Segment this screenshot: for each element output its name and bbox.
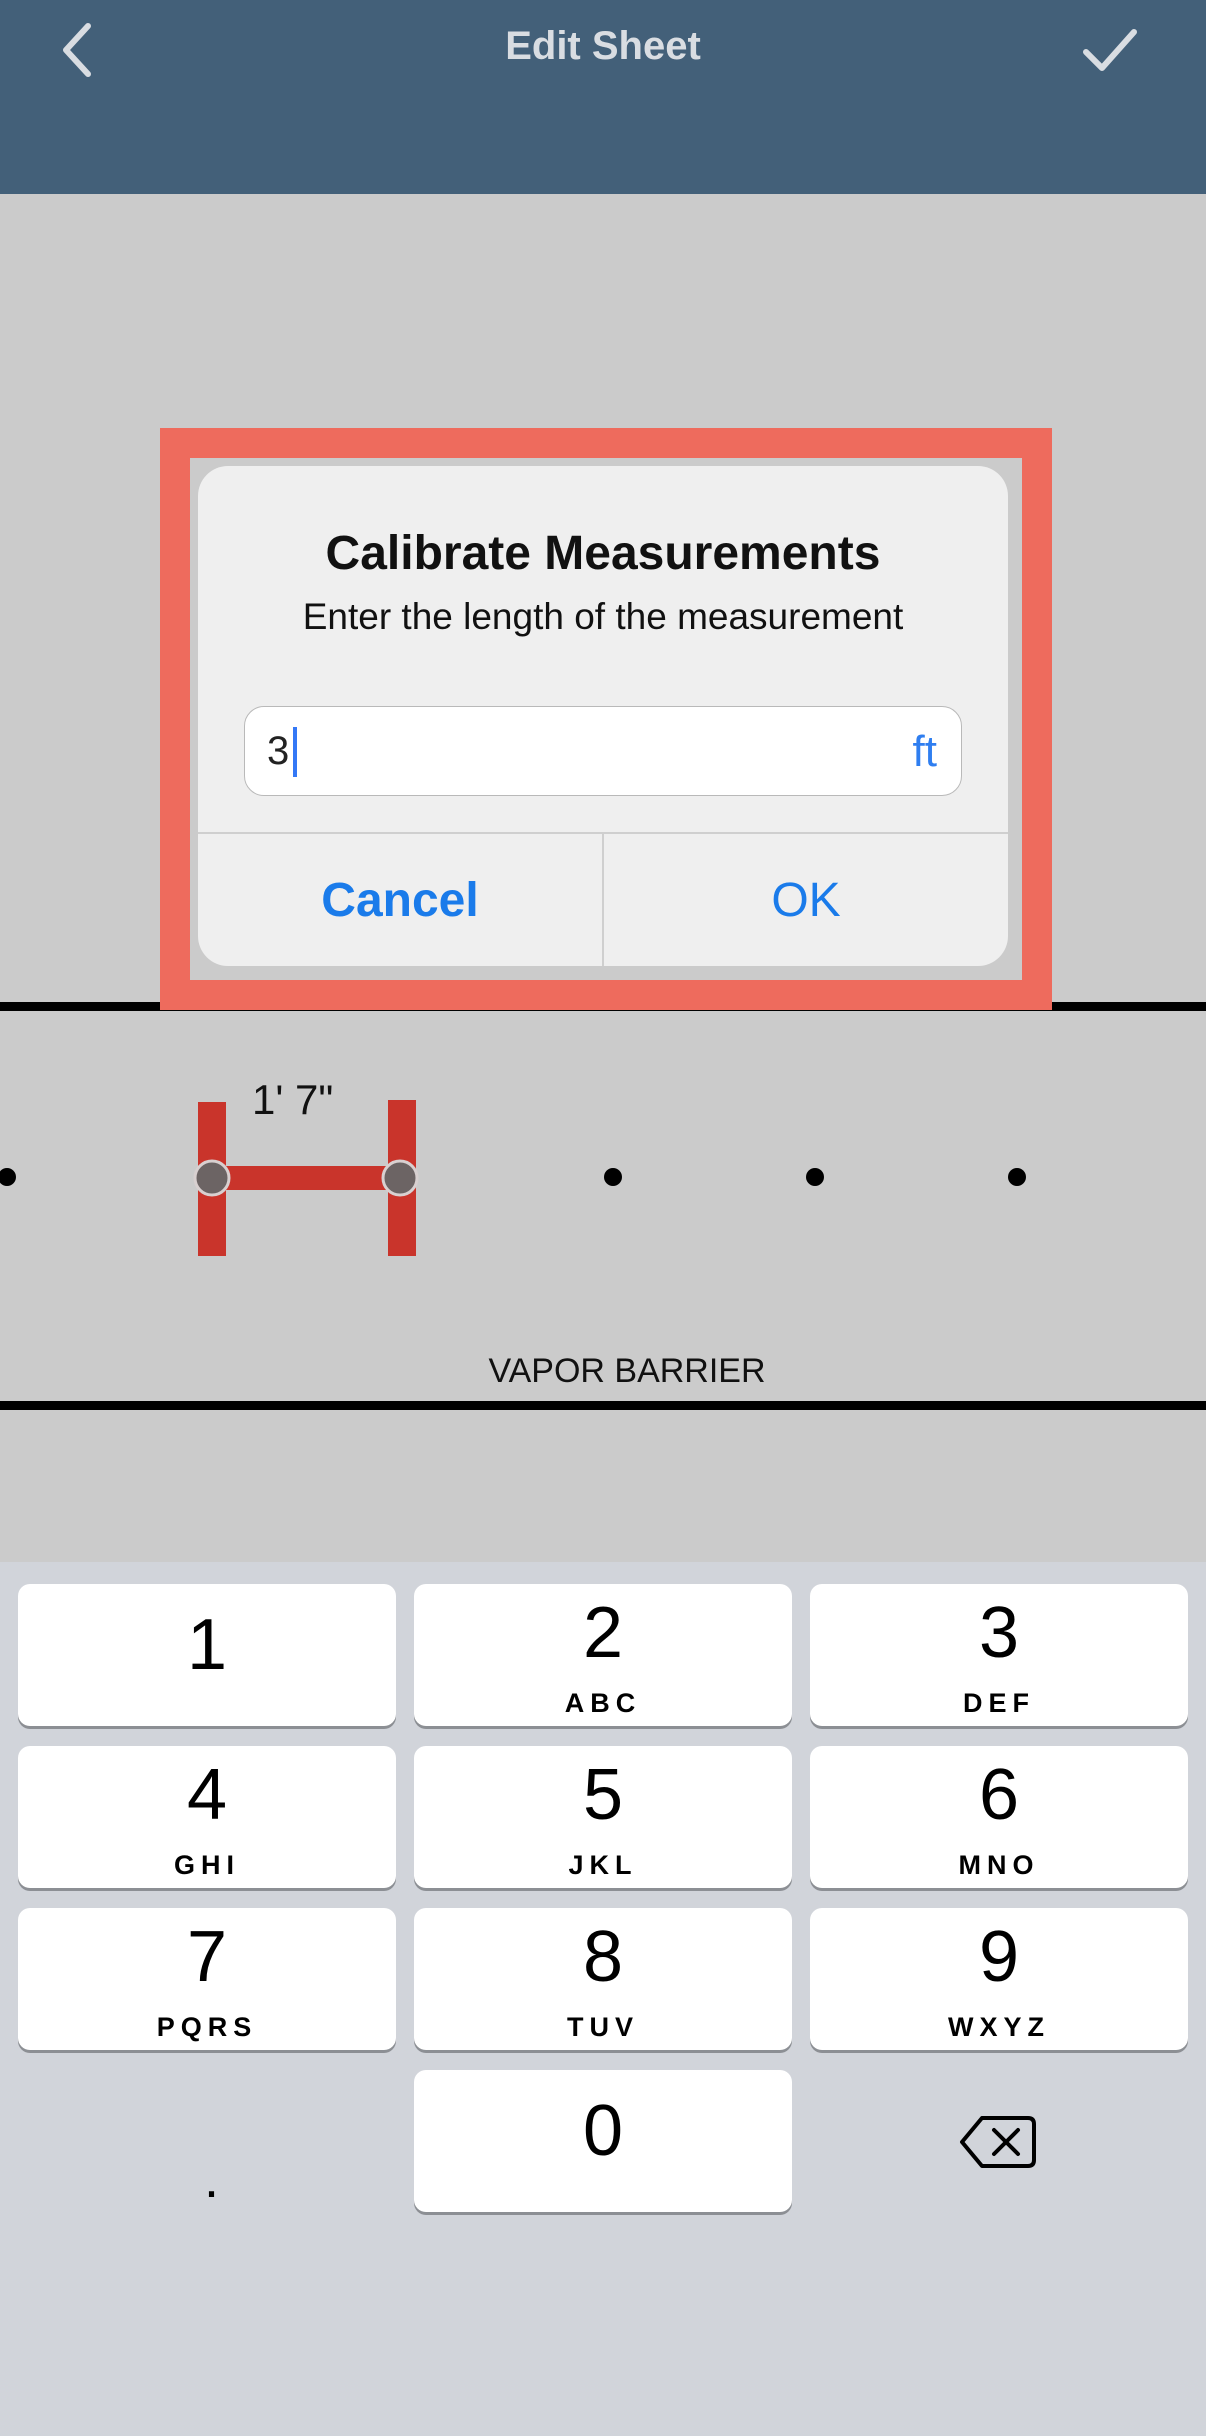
key-5[interactable]: 5 JKL (414, 1746, 792, 1888)
key-letters: WXYZ (948, 2012, 1050, 2042)
dialog-message: Enter the length of the measurement (302, 596, 904, 637)
wall-line-bottom (0, 1401, 1206, 1410)
grid-dot (1008, 1168, 1026, 1186)
grid-dot (604, 1168, 622, 1186)
backspace-icon[interactable] (958, 2112, 1038, 2172)
key-letters: MNO (958, 1850, 1040, 1880)
key-digit: 8 (582, 1917, 624, 1997)
decimal-key[interactable]: . (204, 2148, 219, 2210)
key-1[interactable]: 1 (18, 1584, 396, 1726)
checkmark-icon[interactable] (1080, 20, 1140, 80)
section-label: VAPOR BARRIER (488, 1352, 766, 1390)
measurement-handle-start (193, 1159, 231, 1197)
length-value: 3 (267, 729, 290, 773)
key-letters: TUV (567, 2012, 639, 2042)
key-8[interactable]: 8 TUV (414, 1908, 792, 2050)
key-digit: 4 (186, 1755, 228, 1835)
key-digit: 3 (978, 1593, 1020, 1673)
measurement-label: 1' 7" (252, 1076, 334, 1123)
key-4[interactable]: 4 GHI (18, 1746, 396, 1888)
key-letters: GHI (173, 1850, 240, 1880)
cancel-button[interactable]: Cancel (198, 834, 602, 966)
unit-label: ft (912, 727, 937, 776)
length-input[interactable]: 3 ft (244, 706, 962, 796)
key-letters: PQRS (156, 2012, 258, 2042)
key-digit: 2 (582, 1593, 624, 1673)
calibrate-dialog: Calibrate Measurements Enter the length … (198, 466, 1008, 966)
key-0[interactable]: 0 (414, 2070, 792, 2212)
key-letters: ABC (564, 1688, 642, 1718)
key-7[interactable]: 7 PQRS (18, 1908, 396, 2050)
key-letters: JKL (568, 1850, 638, 1880)
key-digit: 1 (186, 1605, 228, 1685)
ok-button[interactable]: OK (604, 834, 1008, 966)
key-digit: 7 (186, 1917, 228, 1997)
key-letters: DEF (963, 1688, 1035, 1718)
key-digit: 6 (978, 1755, 1020, 1835)
grid-dot (806, 1168, 824, 1186)
key-9[interactable]: 9 WXYZ (810, 1908, 1188, 2050)
page-title: Edit Sheet (505, 24, 701, 68)
key-2[interactable]: 2 ABC (414, 1584, 792, 1726)
key-3[interactable]: 3 DEF (810, 1584, 1188, 1726)
key-digit: 5 (582, 1755, 624, 1835)
key-6[interactable]: 6 MNO (810, 1746, 1188, 1888)
dialog-title: Calibrate Measurements (325, 527, 881, 580)
key-digit: 0 (582, 2091, 624, 2171)
measurement-handle-end (381, 1159, 419, 1197)
text-caret (293, 727, 297, 777)
key-digit: 9 (978, 1917, 1020, 1997)
